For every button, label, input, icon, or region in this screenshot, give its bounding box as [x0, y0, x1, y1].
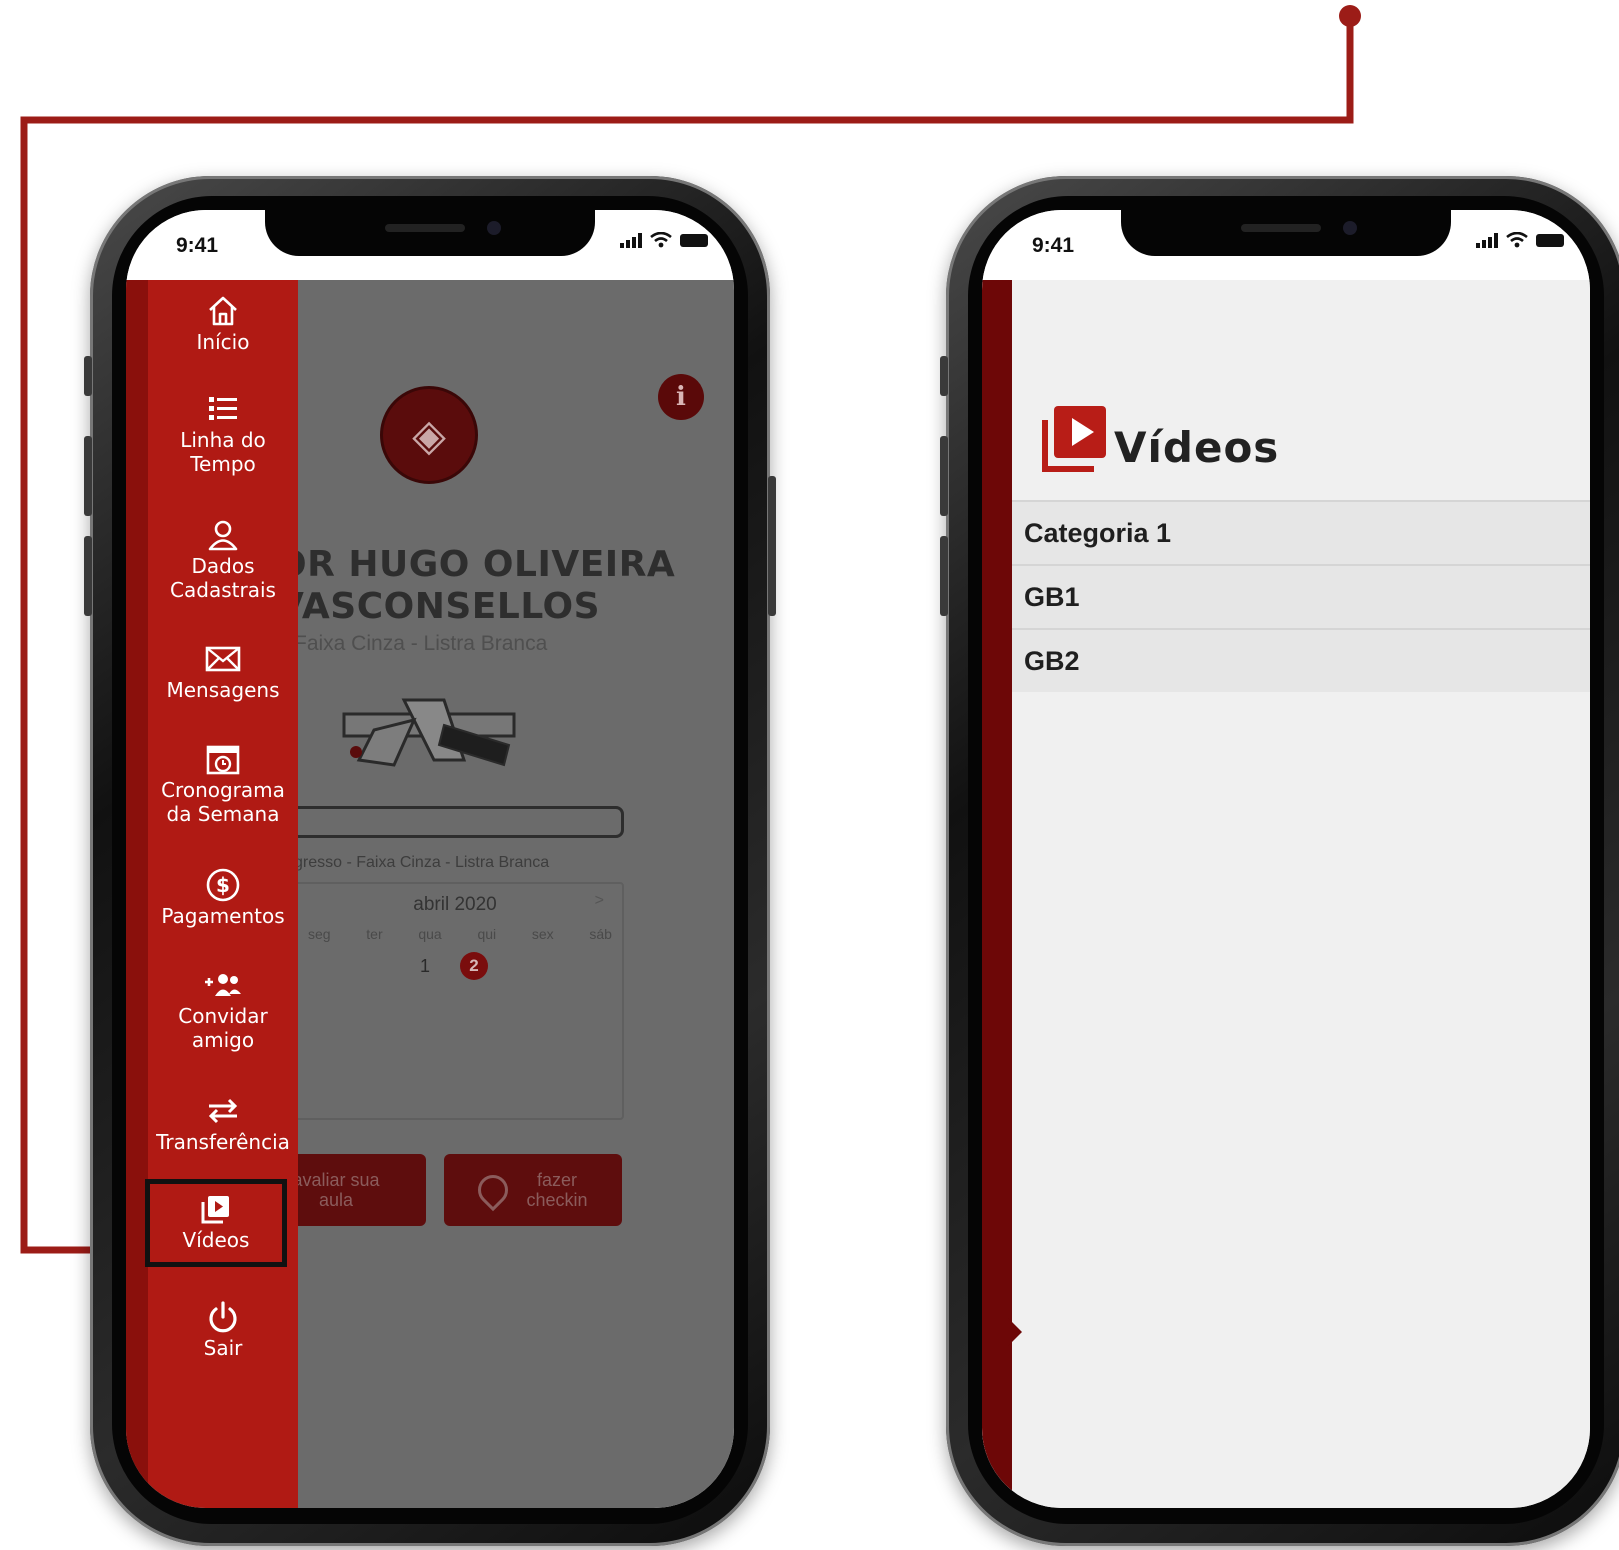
- power-icon: [206, 1298, 240, 1336]
- drawer-handle[interactable]: [1008, 1318, 1022, 1346]
- category-list: Categoria 1 GB1 GB2: [1012, 500, 1590, 692]
- page-title: Vídeos: [1114, 423, 1280, 472]
- weekday: ter: [366, 926, 383, 942]
- drawer-item-label: Cronograma da Semana: [161, 778, 285, 826]
- drawer-item-label: Início: [196, 330, 250, 354]
- category-item[interactable]: GB1: [1012, 564, 1590, 628]
- location-pin-icon: [472, 1168, 515, 1212]
- user-icon: [206, 516, 240, 554]
- drawer-item-label: Linha do Tempo: [180, 428, 266, 476]
- right-screen: 9:41 Vídeos Categoria 1 GB1 GB2: [982, 210, 1590, 1508]
- left-screen: 9:41 ◈ i OR HUGO OLIVEIRA VASCONSELLOS F…: [126, 210, 734, 1508]
- student-belt: Faixa Cinza - Listra Branca: [294, 632, 548, 655]
- weekday: qua: [418, 926, 442, 942]
- calendar-day[interactable]: 1: [420, 956, 430, 977]
- calendar: abril 2020 > seg ter qua qui sex sáb 1 2: [286, 882, 624, 1120]
- drawer-item-pagamentos[interactable]: $ Pagamentos: [148, 866, 298, 928]
- category-item[interactable]: GB2: [1012, 628, 1590, 692]
- drawer-item-label: Mensagens: [166, 678, 280, 702]
- drawer-item-label: Vídeos: [182, 1228, 250, 1252]
- checkin-label: fazer checkin: [526, 1170, 588, 1210]
- progress-label: gresso - Faixa Cinza - Listra Branca: [294, 854, 550, 871]
- signal-icon: [1476, 232, 1498, 248]
- status-time: 9:41: [176, 234, 219, 257]
- home-icon: [206, 292, 240, 330]
- phone-right: 9:41 Vídeos Categoria 1 GB1 GB2: [940, 176, 1619, 1546]
- weekday: qui: [477, 926, 497, 942]
- drawer-item-label: Dados Cadastrais: [170, 554, 276, 602]
- calendar-month: abril 2020: [413, 894, 497, 915]
- info-icon[interactable]: i: [658, 374, 704, 420]
- battery-icon: [680, 233, 708, 247]
- drawer-item-convidar-amigo[interactable]: Convidar amigo: [148, 966, 298, 1052]
- drawer-item-dados-cadastrais[interactable]: Dados Cadastrais: [148, 516, 298, 602]
- calendar-clock-icon: [205, 740, 241, 778]
- calendar-next-button[interactable]: >: [595, 892, 604, 910]
- drawer-item-sair[interactable]: Sair: [148, 1298, 298, 1360]
- drawer-item-label: Convidar amigo: [178, 1004, 268, 1052]
- drawer-item-label: Sair: [203, 1336, 243, 1360]
- transfer-icon: [205, 1092, 241, 1130]
- add-friend-icon: [203, 966, 243, 1004]
- drawer-item-transferencia[interactable]: Transferência: [148, 1092, 298, 1154]
- videos-header: Vídeos: [1042, 406, 1279, 472]
- side-drawer: Início Linha do Tempo Dados Cadastrais M…: [126, 280, 298, 1508]
- video-icon: [199, 1190, 233, 1228]
- signal-icon: [620, 232, 642, 248]
- weekday: sáb: [589, 926, 612, 942]
- notch: [265, 210, 595, 256]
- weekday: sex: [531, 926, 554, 942]
- drawer-item-mensagens[interactable]: Mensagens: [148, 640, 298, 702]
- category-item[interactable]: Categoria 1: [1012, 500, 1590, 564]
- drawer-item-label: Transferência: [156, 1130, 290, 1154]
- progress-bar: [266, 806, 624, 838]
- wifi-icon: [650, 232, 672, 248]
- drawer-item-label: Pagamentos: [161, 904, 285, 928]
- checkin-button[interactable]: fazer checkin: [444, 1154, 622, 1226]
- drawer-item-cronograma[interactable]: Cronograma da Semana: [148, 740, 298, 826]
- weekday: seg: [308, 926, 331, 942]
- wifi-icon: [1506, 232, 1528, 248]
- status-time: 9:41: [1032, 234, 1075, 257]
- phone-left: 9:41 ◈ i OR HUGO OLIVEIRA VASCONSELLOS F…: [84, 176, 776, 1546]
- calendar-day-selected[interactable]: 2: [460, 952, 488, 980]
- battery-icon: [1536, 233, 1564, 247]
- dollar-icon: $: [205, 866, 241, 904]
- list-icon: [206, 390, 240, 428]
- rate-class-label: avaliar sua aula: [292, 1170, 380, 1210]
- video-library-icon: [1042, 406, 1108, 472]
- svg-text:$: $: [216, 873, 230, 897]
- student-name: OR HUGO OLIVEIRA VASCONSELLOS: [276, 544, 676, 627]
- mail-icon: [205, 640, 241, 678]
- drawer-item-inicio[interactable]: Início: [148, 292, 298, 354]
- academy-logo: ◈: [380, 386, 478, 484]
- calendar-weekdays: seg ter qua qui sex sáb: [308, 926, 612, 942]
- drawer-item-linha-do-tempo[interactable]: Linha do Tempo: [148, 390, 298, 476]
- drawer-item-videos[interactable]: Vídeos: [145, 1179, 287, 1267]
- belt-icon: [342, 698, 516, 767]
- notch: [1121, 210, 1451, 256]
